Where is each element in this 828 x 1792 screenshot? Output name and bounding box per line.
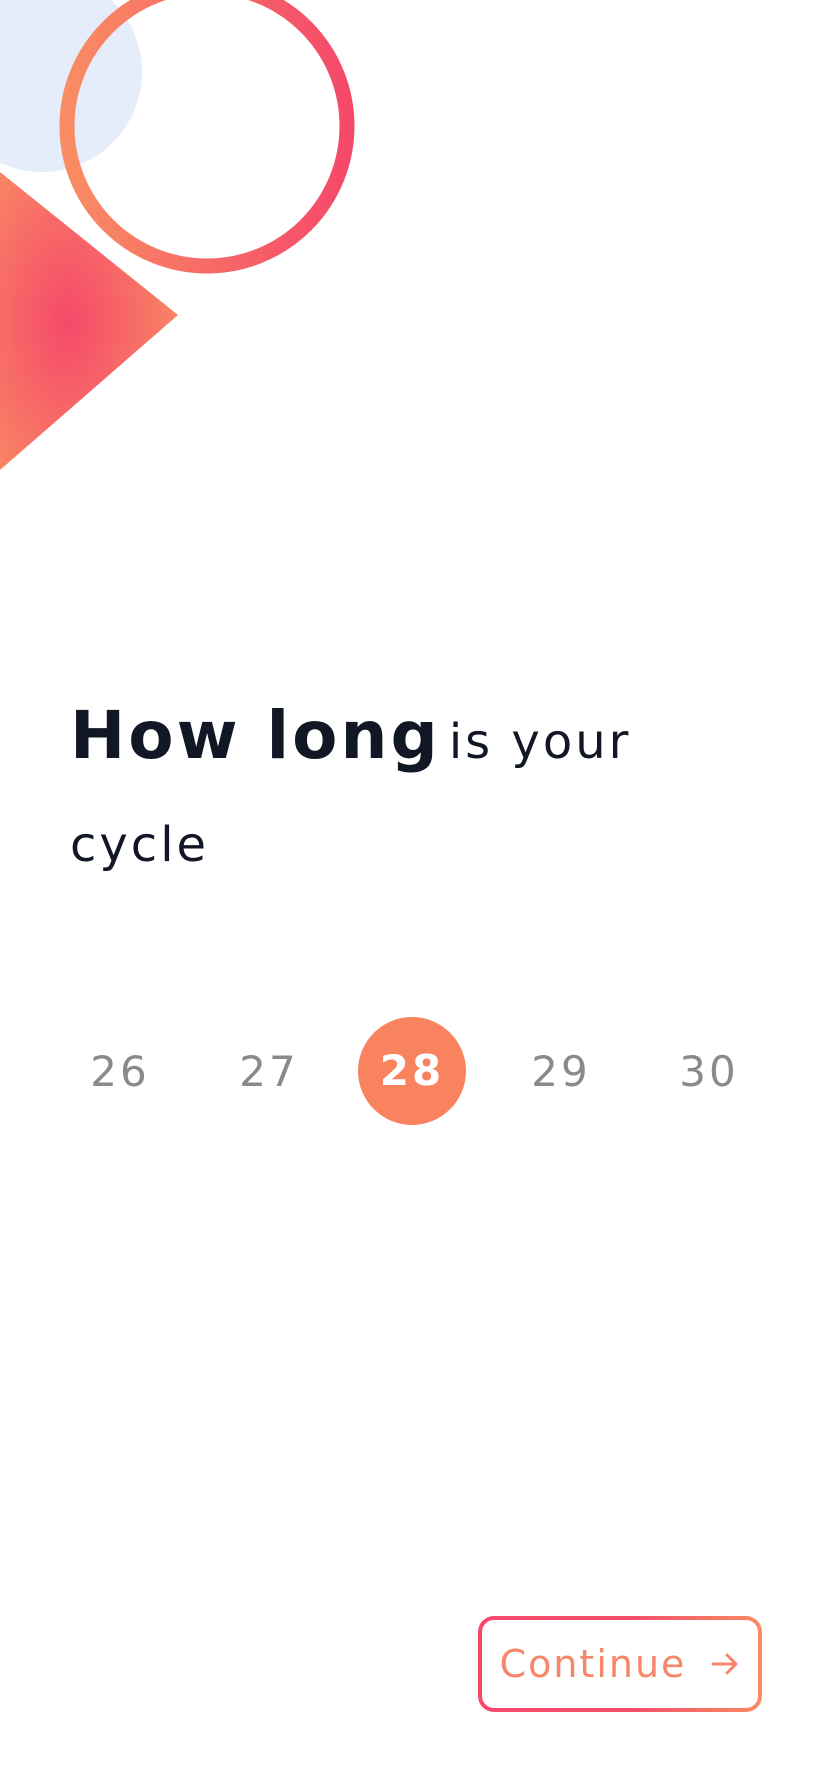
question-bold-text: How long	[70, 697, 441, 774]
day-option-29[interactable]: 29	[506, 1017, 616, 1127]
continue-button[interactable]: Continue	[478, 1616, 762, 1712]
continue-button-inner: Continue	[482, 1620, 758, 1708]
arrow-right-icon	[711, 1653, 738, 1675]
cycle-length-screen: How long is your cycle 26 27 28 29 30 Co…	[0, 0, 828, 1792]
gradient-triangle-shape	[0, 172, 178, 470]
cycle-length-picker[interactable]: 26 27 28 29 30	[0, 1017, 828, 1127]
day-option-30[interactable]: 30	[654, 1017, 764, 1127]
day-option-28-selected[interactable]: 28	[358, 1017, 466, 1125]
day-option-27[interactable]: 27	[214, 1017, 324, 1127]
cycle-question-heading: How long is your cycle	[70, 690, 710, 902]
day-option-26[interactable]: 26	[65, 1017, 175, 1127]
continue-label: Continue	[499, 1642, 687, 1686]
decorative-shapes	[0, 0, 355, 470]
